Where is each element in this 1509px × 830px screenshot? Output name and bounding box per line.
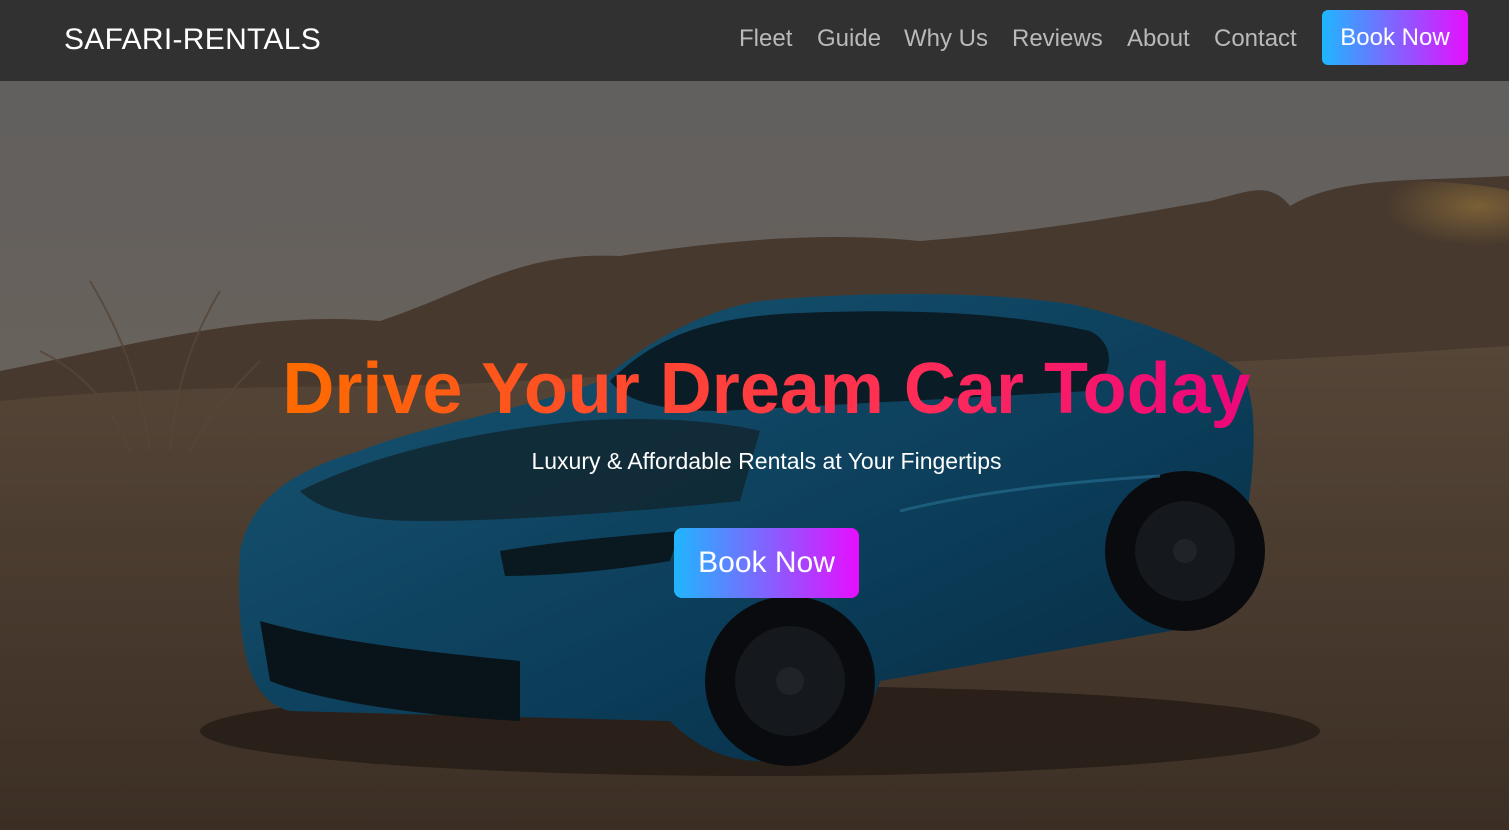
nav-book-now-button[interactable]: Book Now <box>1322 10 1468 65</box>
nav-item-guide[interactable]: Guide <box>817 24 881 54</box>
hero-section: Drive Your Dream Car Today Luxury & Affo… <box>0 81 1509 830</box>
navbar: SAFARI-RENTALS Fleet Guide Why Us Review… <box>0 0 1509 81</box>
hero-subtitle: Luxury & Affordable Rentals at Your Fing… <box>531 448 1002 474</box>
nav-item-reviews[interactable]: Reviews <box>1012 24 1103 54</box>
nav-item-why-us[interactable]: Why Us <box>904 24 988 54</box>
hero-title: Drive Your Dream Car Today <box>0 349 1509 429</box>
hero-book-now-button[interactable]: Book Now <box>674 528 859 598</box>
nav-item-about[interactable]: About <box>1127 24 1190 54</box>
nav-item-fleet[interactable]: Fleet <box>739 24 792 54</box>
nav-item-contact[interactable]: Contact <box>1214 24 1297 54</box>
hero-title-text: Drive Your Dream Car Today <box>282 349 1251 429</box>
brand-logo[interactable]: SAFARI-RENTALS <box>64 22 321 58</box>
